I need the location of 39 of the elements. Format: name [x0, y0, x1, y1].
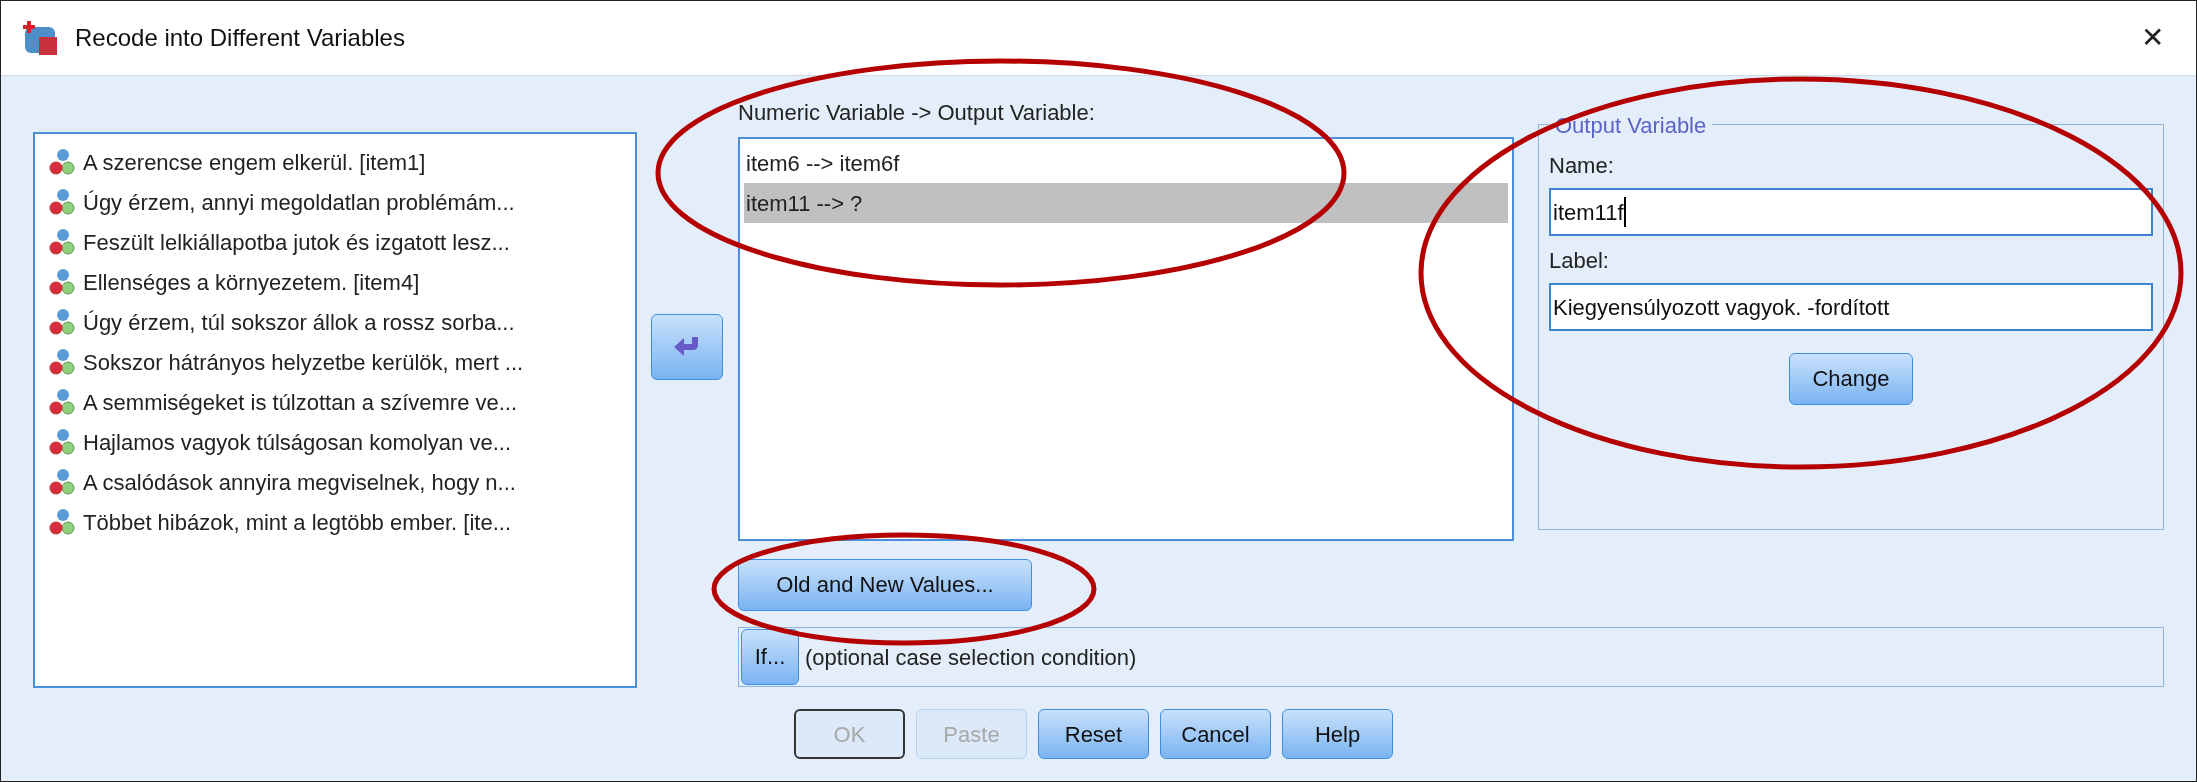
variable-item[interactable]: Többet hibázok, mint a legtöbb ember. [ite...	[47, 502, 623, 542]
name-label: Name:	[1549, 152, 1615, 180]
if-condition-text: (optional case selection condition)	[805, 643, 1137, 672]
name-field[interactable]: item11f	[1549, 188, 2153, 236]
window-title: Recode into Different Variables	[75, 23, 406, 53]
mapping-item[interactable]: item6 --> item6f	[744, 143, 1508, 183]
dialog-button[interactable]: Cancel	[1160, 709, 1271, 759]
old-and-new-values-button[interactable]: Old and New Values...	[738, 559, 1032, 611]
variable-icon	[47, 387, 77, 417]
variable-item[interactable]: Úgy érzem, annyi megoldatlan problémám...	[47, 182, 623, 222]
mapping-item[interactable]: item11 --> ?	[744, 183, 1508, 223]
variable-item[interactable]: A csalódások annyira megviselnek, hogy n...	[47, 462, 623, 502]
if-button[interactable]: If...	[741, 629, 799, 685]
text-caret	[1623, 197, 1626, 227]
variable-item[interactable]: A semmiségeket is túlzottan a szívemre ve...	[47, 382, 623, 422]
variable-item[interactable]: Úgy érzem, túl sokszor állok a rossz sorba...	[47, 302, 623, 342]
move-button[interactable]	[650, 314, 723, 380]
variable-item[interactable]: Feszült lelkiállapotba jutok és izgatott lesz...	[47, 222, 623, 262]
dialog-button[interactable]: Reset	[1038, 709, 1149, 759]
variable-item[interactable]: Sokszor hátrányos helyzetbe kerülök, mert ...	[47, 342, 623, 382]
change-button[interactable]: Change	[1789, 353, 1913, 405]
label-label: Label:	[1549, 247, 1610, 275]
variable-item[interactable]: A szerencse engem elkerül. [item1]	[47, 142, 623, 182]
variable-icon	[47, 427, 77, 457]
variable-icon	[47, 267, 77, 297]
variable-icon	[47, 347, 77, 377]
label-field[interactable]: Kiegyensúlyozott vagyok. -fordított	[1549, 283, 2153, 331]
variable-icon	[47, 147, 77, 177]
variable-item[interactable]: Hajlamos vagyok túlságosan komolyan ve...	[47, 422, 623, 462]
dialog-button[interactable]: Help	[1282, 709, 1393, 759]
variable-icon	[47, 187, 77, 217]
variable-icon	[47, 307, 77, 337]
mapping-label: Numeric Variable -> Output Variable:	[738, 99, 1096, 127]
app-icon	[21, 19, 59, 57]
variable-icon	[47, 507, 77, 537]
variable-icon	[47, 467, 77, 497]
close-button[interactable]: ✕	[2129, 17, 2176, 59]
variable-icon	[47, 227, 77, 257]
variable-item[interactable]: Ellenséges a környezetem. [item4]	[47, 262, 623, 302]
